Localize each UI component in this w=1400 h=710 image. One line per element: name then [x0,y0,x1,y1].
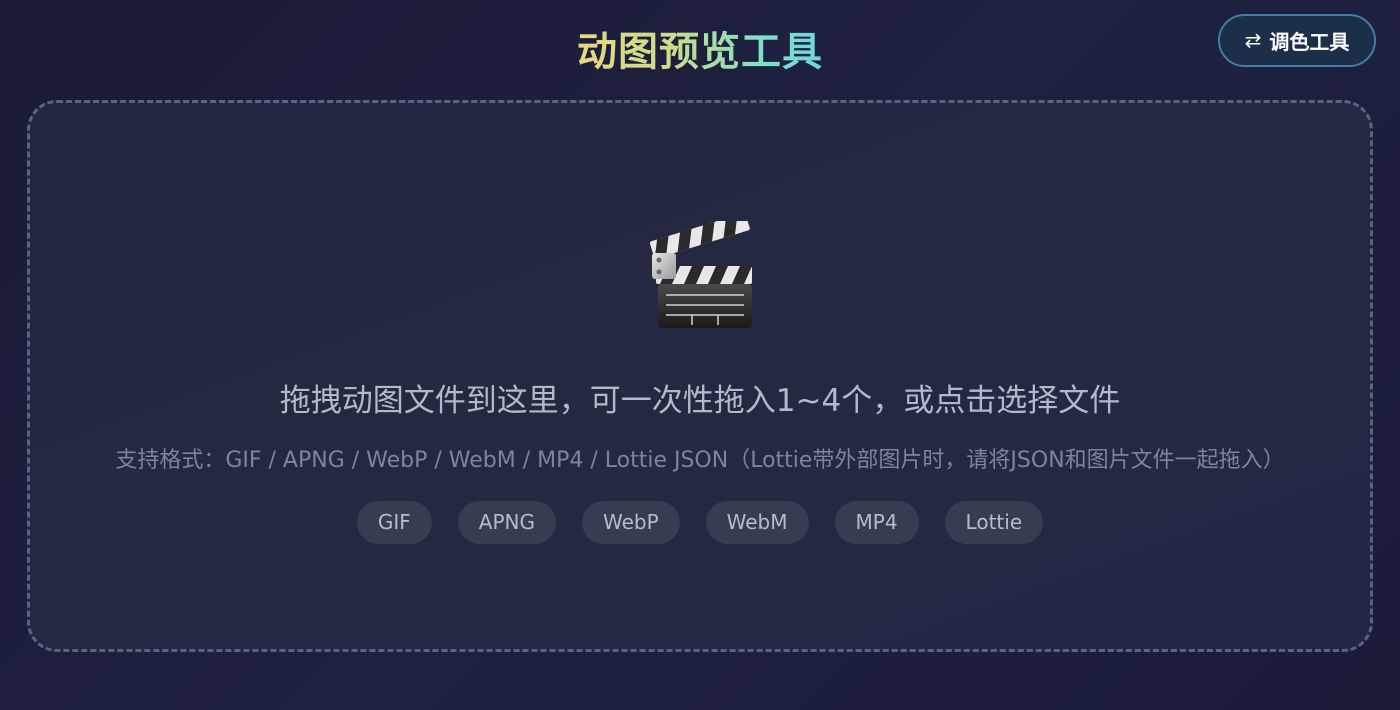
format-chip-webp: WebP [581,501,680,544]
swap-arrows-icon: ⇄ [1244,30,1262,52]
format-chip-list: GIF APNG WebP WebM MP4 Lottie [30,501,1370,544]
format-chip-gif: GIF [356,501,432,544]
file-drop-zone[interactable]: 拖拽动图文件到这里，可一次性拖入1~4个，或点击选择文件 支持格式：GIF / … [27,100,1373,652]
format-chip-mp4: MP4 [834,501,919,544]
format-chip-apng: APNG [457,501,556,544]
palette-tool-button[interactable]: ⇄ 调色工具 [1218,14,1376,67]
format-chip-webm: WebM [705,501,809,544]
format-chip-lottie: Lottie [944,501,1044,544]
drop-hint-text: 拖拽动图文件到这里，可一次性拖入1~4个，或点击选择文件 [279,383,1121,419]
page-title: 动图预览工具 [0,22,1400,82]
palette-tool-label: 调色工具 [1269,32,1350,54]
clapper-board-icon [649,221,752,328]
page-title-text: 动图预览工具 [577,29,823,75]
supported-formats-note: 支持格式：GIF / APNG / WebP / WebM / MP4 / Lo… [115,448,1285,473]
